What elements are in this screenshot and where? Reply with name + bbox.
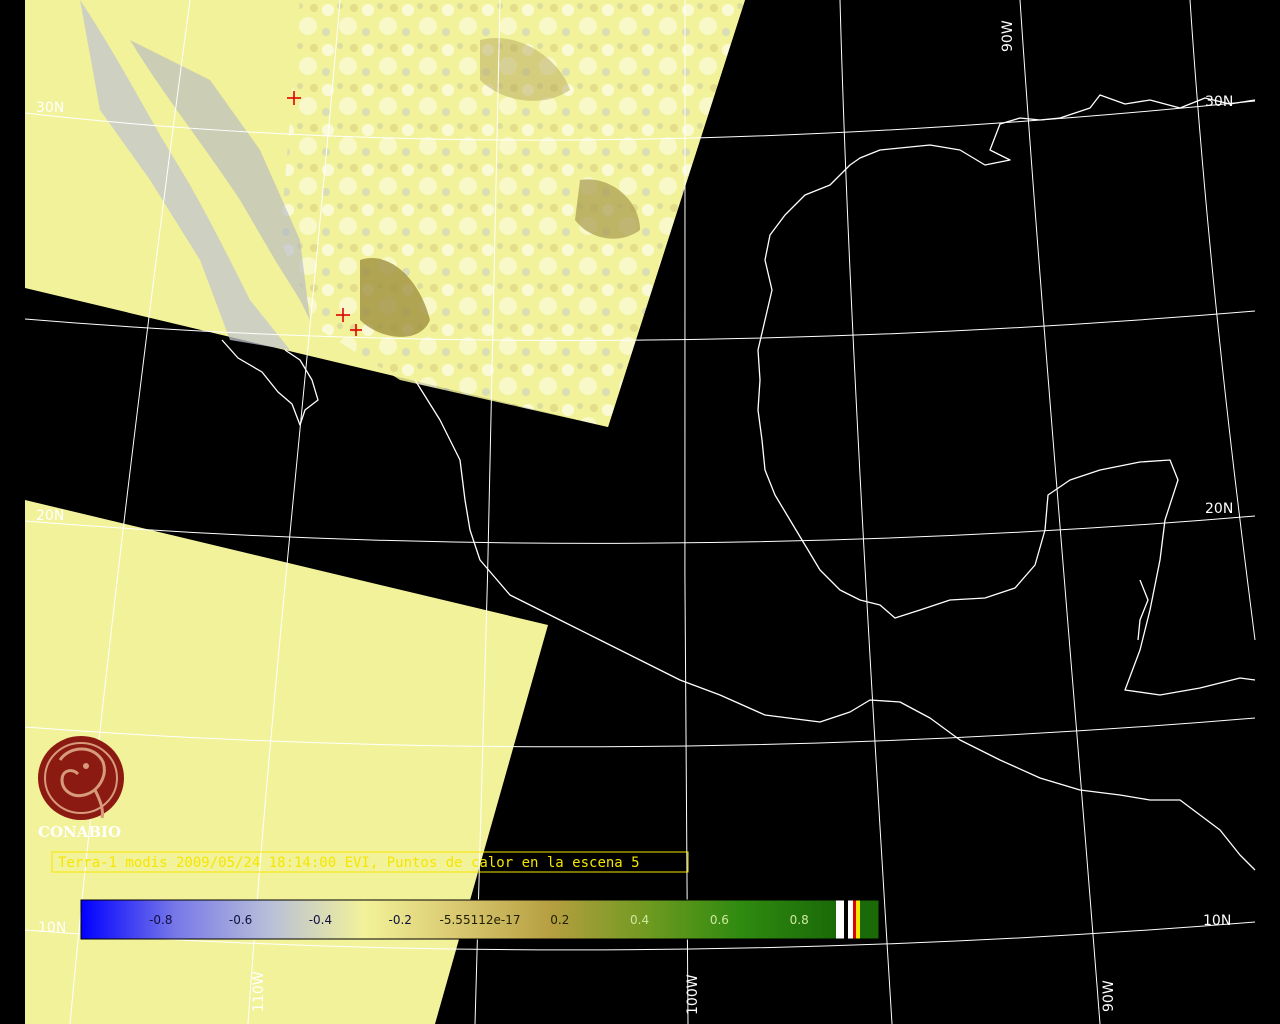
colorbar-swatch-2 bbox=[844, 900, 848, 939]
colorbar-swatch-1 bbox=[836, 900, 844, 939]
label-10n-right: 10N bbox=[1203, 913, 1231, 929]
label-10n-left: 10N bbox=[38, 920, 66, 936]
colorbar-swatch-4 bbox=[853, 900, 856, 939]
colorbar: -0.8 -0.6 -0.4 -0.2 -5.55112e-17 0.2 0.4 0.6 0.8 bbox=[80, 899, 880, 940]
colorbar-tail bbox=[860, 900, 879, 939]
label-100w-bottom: 100W bbox=[685, 974, 701, 1015]
label-20n-left: 20N bbox=[36, 508, 64, 524]
colorbar-special-swatches bbox=[836, 900, 879, 939]
colorbar-swatch-3 bbox=[848, 900, 853, 939]
colorbar-tick-label: -0.4 bbox=[309, 913, 332, 927]
colorbar-tick-label: -0.2 bbox=[388, 913, 411, 927]
colorbar-tick-label: 0.6 bbox=[710, 913, 729, 927]
colorbar-tick-label: -5.55112e-17 bbox=[440, 913, 521, 927]
conabio-logo-text: CONABIO bbox=[38, 823, 121, 841]
label-110w-bottom: 110W bbox=[251, 971, 267, 1012]
label-90w-bottom: 90W bbox=[1101, 980, 1117, 1012]
colorbar-tick-label: 0.8 bbox=[790, 913, 809, 927]
label-30n-left: 30N bbox=[36, 100, 64, 116]
colorbar-tick-label: -0.8 bbox=[149, 913, 172, 927]
label-90w-top: 90W bbox=[1000, 20, 1016, 52]
colorbar-swatch-5 bbox=[856, 900, 860, 939]
satellite-map: 30N 30N 20N 20N 10N 10N 90W 90W 100W 110… bbox=[0, 0, 1280, 1024]
colorbar-tick-label: -0.6 bbox=[229, 913, 252, 927]
conabio-logo: CONABIO bbox=[38, 736, 124, 841]
scene-caption-text: Terra-1 modis 2009/05/24 18:14:00 EVI, P… bbox=[58, 855, 640, 871]
label-20n-right: 20N bbox=[1205, 501, 1233, 517]
scene-caption: Terra-1 modis 2009/05/24 18:14:00 EVI, P… bbox=[51, 851, 689, 873]
label-30n-right: 30N bbox=[1205, 94, 1233, 110]
colorbar-tick-label: 0.2 bbox=[550, 913, 569, 927]
colorbar-tick-label: 0.4 bbox=[630, 913, 649, 927]
colorbar-ticks: -0.8 -0.6 -0.4 -0.2 -5.55112e-17 0.2 0.4 0.6 0.8 bbox=[149, 913, 809, 927]
conabio-logo-icon bbox=[38, 736, 124, 820]
